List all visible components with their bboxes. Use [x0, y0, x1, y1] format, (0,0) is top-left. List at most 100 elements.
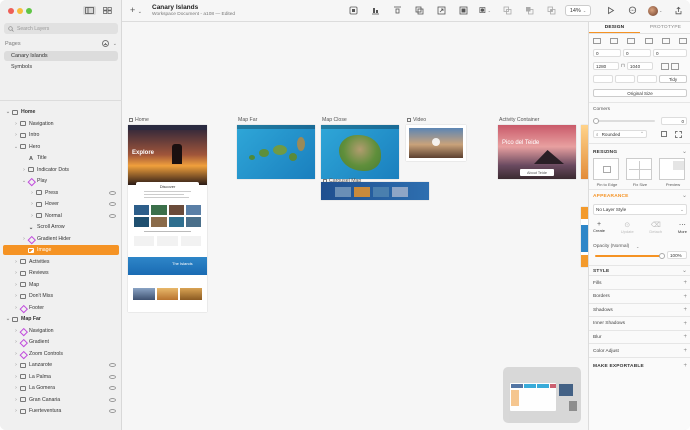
chevron-right-icon[interactable]: ›	[13, 282, 19, 288]
distribute-icon[interactable]	[391, 5, 403, 16]
layer-item[interactable]: › Indicator Dots	[3, 165, 119, 175]
layer-item[interactable]: › Navigation	[3, 326, 119, 336]
flatten-icon[interactable]	[457, 5, 469, 16]
layer-item[interactable]: › Gradient	[3, 337, 119, 347]
artboard-label-home[interactable]: Home	[129, 117, 149, 123]
chevron-right-icon[interactable]: ›	[21, 236, 27, 242]
align-center-icon[interactable]	[610, 38, 619, 44]
layer-item[interactable]: › Gradient Hider	[3, 234, 119, 244]
more-style-button[interactable]: ⋯ More	[678, 221, 687, 234]
rotation-field[interactable]: 0	[653, 49, 687, 57]
tab-prototype[interactable]: PROTOTYPE	[640, 22, 690, 33]
artboard-label-activity-container[interactable]: Activity Container	[499, 117, 539, 123]
layer-item[interactable]: ⌄ Play	[3, 176, 119, 186]
layer-item[interactable]: › Normal	[3, 211, 119, 221]
layer-item[interactable]: › Press	[3, 188, 119, 198]
layer-item[interactable]: › Gran Canaria	[3, 395, 119, 405]
tab-design[interactable]: DESIGN	[589, 22, 640, 33]
artboard-map-far[interactable]	[237, 125, 315, 179]
layer-item[interactable]: A Title	[3, 153, 119, 163]
layer-item[interactable]: › La Palma	[3, 372, 119, 382]
corners-field[interactable]: 0	[661, 117, 687, 125]
chevron-right-icon[interactable]: ›	[13, 362, 19, 368]
chevron-right-icon[interactable]: ›	[13, 132, 19, 138]
hidden-eye-icon[interactable]	[109, 363, 116, 367]
add-icon[interactable]: +	[683, 294, 687, 300]
layer-item[interactable]: › Fuerteventura	[3, 406, 119, 416]
comments-icon[interactable]	[626, 5, 638, 16]
chevron-right-icon[interactable]: ›	[13, 270, 19, 276]
user-menu[interactable]: ⌄	[648, 5, 662, 16]
share-icon[interactable]	[672, 5, 684, 16]
chevron-down-icon[interactable]: ⌄	[21, 178, 27, 184]
chevron-right-icon[interactable]: ›	[13, 328, 19, 334]
page-item[interactable]: Symbols	[4, 62, 118, 72]
chevron-down-icon[interactable]: ⌄	[5, 316, 11, 322]
flip-vertical-icon[interactable]	[670, 62, 679, 70]
chevron-right-icon[interactable]: ›	[13, 351, 19, 357]
style-row[interactable]: Borders +	[593, 294, 687, 300]
align-top-icon[interactable]	[644, 38, 653, 44]
y-field[interactable]: 0	[623, 49, 651, 57]
style-row[interactable]: Inner Shadows +	[593, 321, 687, 327]
artboard-offscreen-2[interactable]	[581, 207, 588, 267]
intersect-icon[interactable]	[545, 5, 557, 16]
chevron-right-icon[interactable]: ›	[13, 408, 19, 414]
hidden-eye-icon[interactable]	[109, 190, 116, 195]
corner-style-select[interactable]: ⌕ Rounded ⌃	[593, 130, 647, 138]
subtract-icon[interactable]	[523, 5, 535, 16]
hidden-eye-icon[interactable]	[109, 409, 116, 413]
layer-item[interactable]: › Reviews	[3, 268, 119, 278]
minimize-window-button[interactable]	[17, 8, 23, 14]
hidden-eye-icon[interactable]	[109, 374, 116, 379]
add-page-icon[interactable]	[101, 40, 109, 47]
artboard-map-close[interactable]	[321, 125, 399, 179]
transform-icon[interactable]	[413, 5, 425, 16]
align-left-icon[interactable]	[593, 38, 601, 44]
original-size-button[interactable]: Original Size	[593, 89, 687, 97]
chevron-right-icon[interactable]: ›	[13, 374, 19, 380]
insert-button[interactable]: + ⌄	[130, 5, 142, 15]
mask-icon[interactable]: ⌄	[479, 5, 491, 16]
style-row[interactable]: Fills +	[593, 280, 687, 286]
artboard-offscreen[interactable]	[581, 125, 588, 179]
create-style-button[interactable]: + Create	[593, 221, 605, 234]
artboard-carousel-map[interactable]	[321, 182, 429, 200]
zoom-window-button[interactable]	[26, 8, 32, 14]
scale-icon[interactable]	[435, 5, 447, 16]
chevron-right-icon[interactable]: ›	[13, 339, 19, 345]
canvas[interactable]: Home Explore Discover The Islands Map Fa…	[122, 22, 588, 430]
layer-item[interactable]: ⌄ Home	[3, 107, 119, 117]
lock-icon[interactable]: ⊓	[621, 63, 625, 69]
chevron-right-icon[interactable]: ›	[29, 201, 35, 207]
play-icon[interactable]	[604, 5, 616, 16]
chevron-down-icon[interactable]: ⌄	[13, 144, 19, 150]
style-row[interactable]: Color Adjust +	[593, 348, 687, 354]
artboard-label-video[interactable]: Video	[407, 117, 426, 123]
sidebar-components-icon[interactable]	[101, 6, 114, 15]
add-icon[interactable]: +	[683, 348, 687, 354]
add-icon[interactable]: +	[683, 334, 687, 340]
corners-slider[interactable]	[593, 118, 655, 124]
pin-to-edge-option[interactable]: Pin to Edge	[593, 158, 621, 187]
add-icon[interactable]: +	[683, 280, 687, 286]
chevron-right-icon[interactable]: ›	[13, 293, 19, 299]
chevron-right-icon[interactable]: ›	[29, 213, 35, 219]
canvas-minimap[interactable]	[503, 367, 581, 423]
artboard-label-map-close[interactable]: Map Close	[322, 117, 347, 123]
opacity-slider[interactable]	[595, 253, 665, 259]
add-icon[interactable]: +	[683, 321, 687, 327]
align-right-icon[interactable]	[627, 38, 636, 44]
layer-item[interactable]: › Intro	[3, 130, 119, 140]
corner-square-icon[interactable]	[661, 131, 667, 137]
layer-item[interactable]: Image	[3, 245, 119, 255]
layer-item[interactable]: › Navigation	[3, 119, 119, 129]
artboard-home[interactable]: Explore Discover The Islands	[128, 125, 207, 312]
update-style-button[interactable]: ⊙ Update	[621, 221, 634, 234]
chevron-right-icon[interactable]: ›	[13, 305, 19, 311]
chevron-right-icon[interactable]: ›	[13, 385, 19, 391]
x-field[interactable]: 0	[593, 49, 621, 57]
layer-item[interactable]: ⌄ Map Far	[3, 314, 119, 324]
union-icon[interactable]	[501, 5, 513, 16]
fix-size-option[interactable]: Fix Size	[626, 158, 654, 187]
